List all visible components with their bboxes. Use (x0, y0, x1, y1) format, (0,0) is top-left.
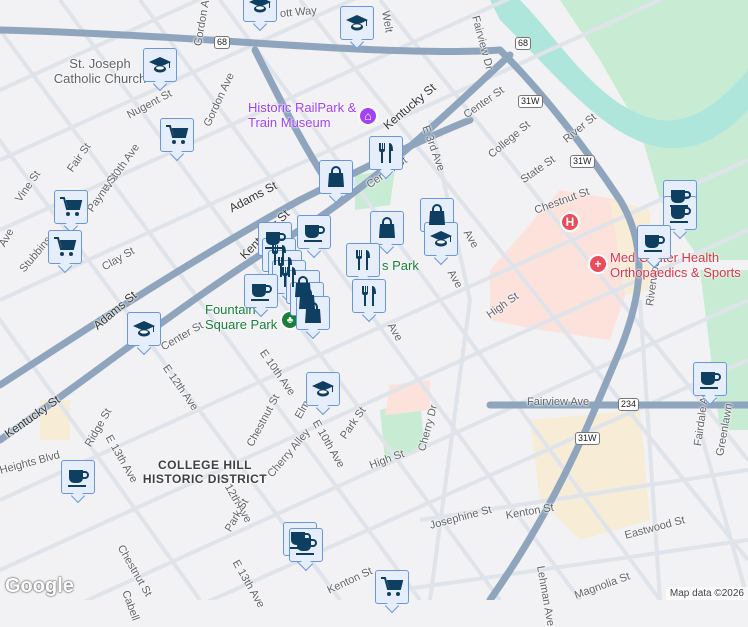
school-icon (312, 381, 334, 397)
school-marker[interactable] (306, 372, 340, 406)
route-shield: 31W (575, 432, 600, 445)
street-label: Fairview Ave (527, 396, 590, 408)
google-logo: Google (5, 575, 74, 597)
cafe-marker[interactable] (297, 215, 331, 249)
cafe-marker[interactable] (289, 528, 323, 562)
poi-label-church: St. Joseph Catholic Church (53, 56, 147, 86)
restaurant-marker[interactable] (352, 279, 386, 313)
restaurant-icon (356, 250, 370, 270)
school-icon (346, 15, 368, 31)
shopping-cart-marker[interactable] (48, 230, 82, 264)
cafe-icon (700, 372, 721, 389)
route-shield: 31W (570, 155, 595, 168)
shopping-bag-icon (305, 302, 321, 323)
shopping-cart-icon (54, 237, 77, 256)
map-attribution[interactable]: Map data ©2026 (665, 587, 748, 600)
shopping-bag-icon (379, 217, 395, 238)
cafe-marker[interactable] (61, 460, 95, 494)
shopping-bag-icon (328, 166, 344, 187)
shopping-cart-marker[interactable] (375, 570, 409, 604)
cafe-marker[interactable] (663, 196, 697, 230)
school-marker[interactable] (127, 312, 161, 346)
school-marker[interactable] (143, 48, 177, 82)
route-shield: 68 (214, 36, 231, 49)
cafe-icon (251, 284, 272, 301)
shopping-cart-marker[interactable] (54, 190, 88, 224)
shopping-cart-icon (60, 197, 83, 216)
poi-museum-label[interactable]: Historic RailPark & Train Museum (248, 100, 358, 130)
cafe-marker[interactable] (244, 274, 278, 308)
district-label: COLLEGE HILL HISTORIC DISTRICT (142, 458, 268, 486)
shopping-cart-icon (381, 577, 404, 596)
school-icon (430, 231, 452, 247)
cafe-marker[interactable] (693, 362, 727, 396)
poi-health-label[interactable]: Med Center Health Orthopaedics & Sports (610, 250, 748, 280)
cafe-icon (68, 470, 89, 487)
medical-icon[interactable]: + (588, 254, 608, 274)
route-shield: 68 (515, 37, 532, 50)
restaurant-icon (379, 143, 393, 163)
school-marker[interactable] (424, 222, 458, 256)
shopping-cart-icon (166, 125, 189, 144)
hospital-icon[interactable]: H (560, 212, 580, 232)
shopping-bag-marker[interactable] (296, 296, 330, 330)
cafe-icon (644, 235, 665, 252)
museum-icon[interactable]: ⌂ (358, 106, 378, 126)
shopping-bag-icon (429, 204, 445, 225)
school-icon (149, 57, 171, 73)
shopping-cart-marker[interactable] (160, 118, 194, 152)
school-icon (249, 0, 271, 13)
poi-park-label[interactable]: s Park (382, 258, 419, 273)
restaurant-marker[interactable] (346, 243, 380, 277)
restaurant-icon (362, 286, 376, 306)
cafe-icon (296, 538, 317, 555)
school-marker[interactable] (243, 0, 277, 22)
cafe-marker[interactable] (637, 225, 671, 259)
school-icon (133, 321, 155, 337)
route-shield: 234 (618, 398, 640, 411)
cafe-icon (670, 206, 691, 223)
cafe-icon (304, 225, 325, 242)
restaurant-marker[interactable] (369, 136, 403, 170)
school-marker[interactable] (340, 6, 374, 40)
route-shield: 31W (518, 95, 543, 108)
shopping-bag-marker[interactable] (370, 211, 404, 245)
shopping-bag-marker[interactable] (319, 160, 353, 194)
